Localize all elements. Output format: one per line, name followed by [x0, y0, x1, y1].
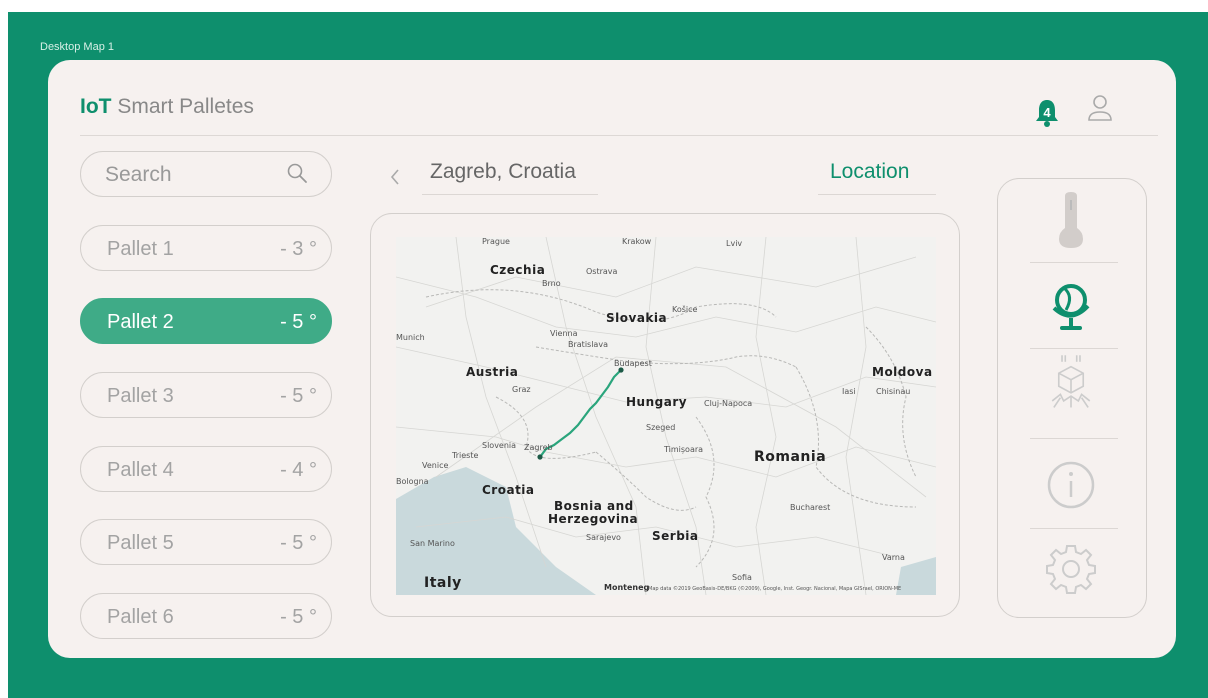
- map-label-brno: Brno: [542, 279, 561, 288]
- notification-count: 4: [1043, 105, 1051, 120]
- map-label-herzegovina: Herzegovina: [548, 512, 639, 526]
- map-label-moldova: Moldova: [872, 365, 933, 379]
- search-input[interactable]: [105, 161, 285, 189]
- route-end-marker[interactable]: [537, 454, 543, 460]
- map-label-vienna: Vienna: [550, 329, 578, 338]
- map-label-ostrava: Ostrava: [586, 267, 618, 276]
- map-label-serbia: Serbia: [652, 529, 699, 543]
- brand-bold: IoT: [80, 95, 112, 118]
- pallet-temp: - 3 °: [280, 238, 317, 260]
- pallet-item-3[interactable]: Pallet 3 - 5 °: [80, 372, 332, 418]
- pallet-name: Pallet 3: [107, 385, 174, 407]
- pallet-name: Pallet 4: [107, 459, 174, 481]
- box-impact-icon[interactable]: [1040, 352, 1102, 414]
- pallet-item-6[interactable]: Pallet 6 - 5 °: [80, 593, 332, 639]
- map-label-budapest: Budapest: [614, 359, 652, 368]
- map-label-prague: Prague: [482, 237, 510, 246]
- map-label-romania: Romania: [754, 449, 827, 465]
- pallet-temp: - 4 °: [280, 459, 317, 481]
- pallet-item-4[interactable]: Pallet 4 - 4 °: [80, 446, 332, 492]
- chevron-left-icon[interactable]: [388, 166, 402, 188]
- pallet-name: Pallet 5: [107, 532, 174, 554]
- pallet-item-1[interactable]: Pallet 1 - 3 °: [80, 225, 332, 271]
- side-menu-divider: [1030, 262, 1118, 263]
- brand-title: IoT Smart Palletes: [80, 95, 254, 119]
- globe-icon[interactable]: [1040, 276, 1102, 338]
- pallet-name: Pallet 6: [107, 606, 174, 628]
- map-label-kosice: Košice: [672, 305, 698, 314]
- map-label-graz: Graz: [512, 385, 531, 394]
- map-label-venice: Venice: [422, 461, 449, 470]
- location-underline: [818, 194, 936, 195]
- map-label-trieste: Trieste: [452, 451, 479, 460]
- map-label-bosnia: Bosnia and: [554, 499, 634, 513]
- current-city: Zagreb, Croatia: [430, 160, 576, 183]
- gear-icon[interactable]: [1040, 538, 1102, 600]
- map-label-chisinau: Chisinau: [876, 387, 911, 396]
- map-label-slovenia: Slovenia: [482, 441, 517, 450]
- map-label-austria: Austria: [466, 365, 519, 379]
- route-start-marker[interactable]: [618, 367, 624, 373]
- thermometer-icon[interactable]: [1040, 190, 1102, 252]
- pallet-temp: - 5 °: [280, 532, 317, 554]
- brand-name: Smart Palletes: [111, 95, 254, 118]
- side-menu-divider: [1030, 528, 1118, 529]
- map-label-sarajevo: Sarajevo: [586, 533, 621, 542]
- map-label-italy: Italy: [424, 575, 462, 591]
- map-attribution: Map data ©2019 GeoBasis-DE/BKG (©2009), …: [648, 586, 902, 592]
- side-menu-divider: [1030, 438, 1118, 439]
- map-label-krakow: Krakow: [622, 237, 652, 246]
- map-label-bratislava: Bratislava: [568, 340, 608, 349]
- map-label-timisoara: Timișoara: [664, 445, 704, 454]
- black-sea: [896, 557, 936, 595]
- side-menu-divider: [1030, 348, 1118, 349]
- pallet-name: Pallet 2: [107, 311, 174, 333]
- info-icon[interactable]: [1040, 454, 1102, 516]
- header-divider: [80, 135, 1158, 136]
- map-label-bucharest: Bucharest: [790, 503, 831, 512]
- map-label-slovakia: Slovakia: [606, 311, 668, 325]
- user-icon[interactable]: [1086, 94, 1114, 124]
- map-view[interactable]: Prague Krakow Lviv Czechia Brno Ostrava …: [396, 237, 936, 595]
- map-label-czechia: Czechia: [490, 263, 546, 277]
- map-label-sanmarino: San Marino: [410, 539, 455, 548]
- pallet-temp: - 5 °: [280, 311, 317, 333]
- pallet-item-5[interactable]: Pallet 5 - 5 °: [80, 519, 332, 565]
- map-label-bologna: Bologna: [396, 477, 429, 486]
- map-label-croatia: Croatia: [482, 483, 535, 497]
- bell-icon[interactable]: 4: [1034, 98, 1060, 128]
- map-label-zagreb: Zagreb: [524, 443, 553, 452]
- pallet-temp: - 5 °: [280, 385, 317, 407]
- search-icon[interactable]: [286, 162, 308, 184]
- map-label-sofia: Sofia: [732, 573, 752, 582]
- map-label-lviv: Lviv: [726, 239, 743, 248]
- frame-label: Desktop Map 1: [40, 41, 114, 53]
- city-underline: [422, 194, 598, 195]
- pallet-name: Pallet 1: [107, 238, 174, 260]
- map-label-montenegro: Monteneg: [604, 583, 650, 592]
- map-label-iasi: Iasi: [842, 387, 856, 396]
- tab-location[interactable]: Location: [830, 160, 909, 184]
- map-label-szeged: Szeged: [646, 423, 676, 432]
- map-label-varna: Varna: [882, 553, 905, 562]
- map-label-munich: Munich: [396, 333, 425, 342]
- map-label-cluj: Cluj-Napoca: [704, 399, 753, 408]
- pallet-temp: - 5 °: [280, 606, 317, 628]
- pallet-item-2[interactable]: Pallet 2 - 5 °: [80, 298, 332, 344]
- map-label-hungary: Hungary: [626, 395, 688, 409]
